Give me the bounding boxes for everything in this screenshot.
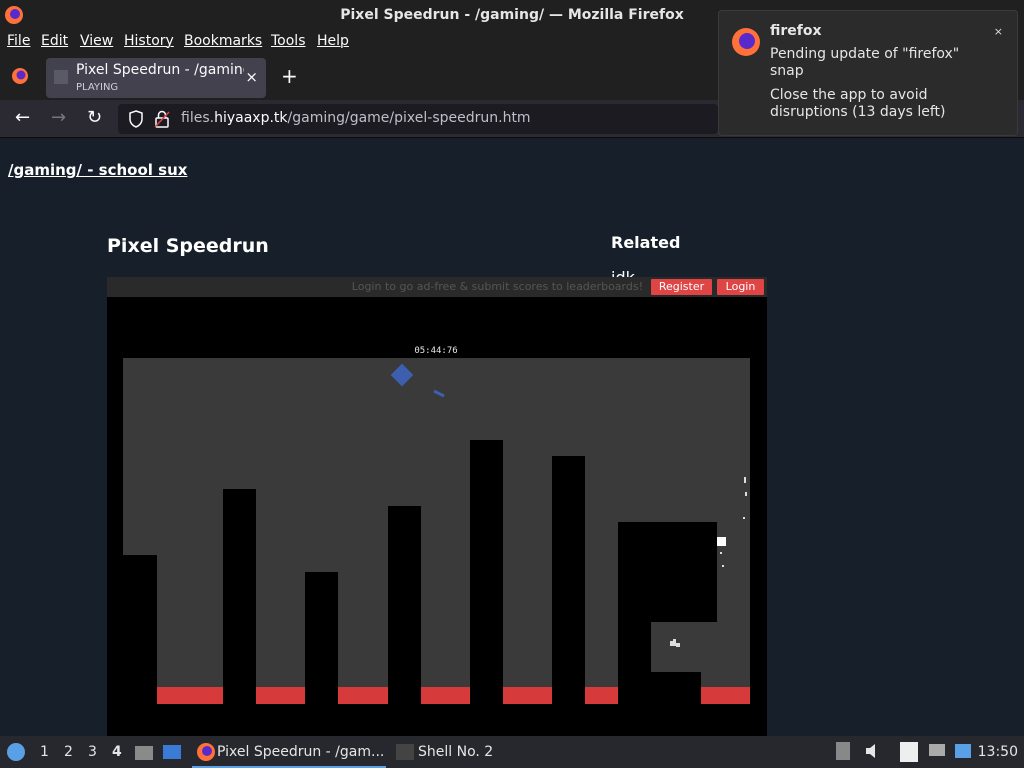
clipboard-icon[interactable]: [836, 742, 850, 760]
terminal-icon: [396, 744, 414, 760]
game-title: Pixel Speedrun: [107, 235, 269, 257]
banner-text: Login to go ad-free & submit scores to l…: [351, 280, 643, 293]
favicon-icon: [54, 70, 68, 84]
login-button[interactable]: Login: [717, 279, 764, 295]
register-button[interactable]: Register: [651, 279, 712, 295]
firefox-view-icon[interactable]: [8, 64, 32, 88]
menu-file[interactable]: File: [7, 33, 30, 49]
tab-close-icon[interactable]: ×: [245, 68, 258, 86]
workspace-3[interactable]: 3: [88, 744, 97, 760]
back-icon[interactable]: ←: [15, 108, 30, 128]
taskbar-terminal[interactable]: Shell No. 2: [394, 736, 504, 768]
menu-view[interactable]: View: [80, 33, 113, 49]
update-notification[interactable]: firefox Pending update of "firefox" snap…: [718, 10, 1018, 136]
desktop-icon[interactable]: [162, 742, 182, 762]
related-heading: Related: [611, 233, 681, 252]
menu-history[interactable]: History: [124, 33, 174, 49]
notification-line2: Close the app to avoid disruptions (13 d…: [770, 87, 946, 120]
new-tab-button[interactable]: +: [281, 64, 298, 88]
game-level: 05:44:76: [123, 346, 750, 736]
menu-edit[interactable]: Edit: [41, 33, 68, 49]
shield-icon[interactable]: [128, 110, 144, 128]
menu-tools[interactable]: Tools: [271, 33, 306, 49]
notes-icon[interactable]: [900, 742, 918, 762]
url-bar[interactable]: files.hiyaaxp.tk/gaming/game/pixel-speed…: [118, 104, 718, 134]
taskbar-app-label: Pixel Speedrun - /gam...: [217, 744, 385, 760]
workspace-4[interactable]: 4: [112, 744, 122, 760]
update-icon[interactable]: [954, 742, 972, 760]
game-login-banner: Login to go ad-free & submit scores to l…: [107, 277, 767, 297]
tab-pixel-speedrun[interactable]: Pixel Speedrun - /gaming PLAYING ×: [46, 58, 266, 98]
taskbar: 1 2 3 4 Pixel Speedrun - /gam... Shell N…: [0, 736, 1024, 768]
volume-icon[interactable]: [864, 742, 882, 760]
clock[interactable]: 13:50: [978, 744, 1018, 760]
firefox-icon: [732, 28, 760, 56]
tab-playing-label: PLAYING: [76, 82, 119, 93]
tab-title: Pixel Speedrun - /gaming: [76, 62, 244, 78]
firefox-icon: [5, 6, 23, 24]
game-timer: 05:44:76: [414, 346, 457, 356]
notification-app: firefox: [770, 23, 822, 39]
workspace-2[interactable]: 2: [64, 744, 73, 760]
game-canvas[interactable]: Login to go ad-free & submit scores to l…: [107, 277, 767, 736]
lock-icon[interactable]: [154, 110, 170, 128]
firefox-icon: [197, 743, 215, 761]
menu-bookmarks[interactable]: Bookmarks: [184, 33, 262, 49]
workspace-1[interactable]: 1: [40, 744, 49, 760]
file-manager-icon[interactable]: [134, 742, 154, 762]
start-menu-icon[interactable]: [6, 742, 26, 762]
notification-line1: Pending update of "firefox" snap: [770, 46, 960, 79]
close-icon[interactable]: ×: [994, 25, 1003, 38]
web-page: /gaming/ - school sux Pixel Speedrun Rel…: [0, 139, 1024, 736]
forward-icon[interactable]: →: [51, 108, 66, 128]
menu-help[interactable]: Help: [317, 33, 349, 49]
network-icon[interactable]: [928, 742, 946, 760]
taskbar-firefox[interactable]: Pixel Speedrun - /gam...: [192, 736, 386, 768]
window-title: Pixel Speedrun - /gaming/ — Mozilla Fire…: [340, 7, 684, 23]
reload-icon[interactable]: ↻: [87, 108, 102, 128]
taskbar-app-label: Shell No. 2: [418, 744, 494, 760]
site-header-link[interactable]: /gaming/ - school sux: [8, 161, 187, 179]
url-text[interactable]: files.hiyaaxp.tk/gaming/game/pixel-speed…: [181, 110, 531, 126]
